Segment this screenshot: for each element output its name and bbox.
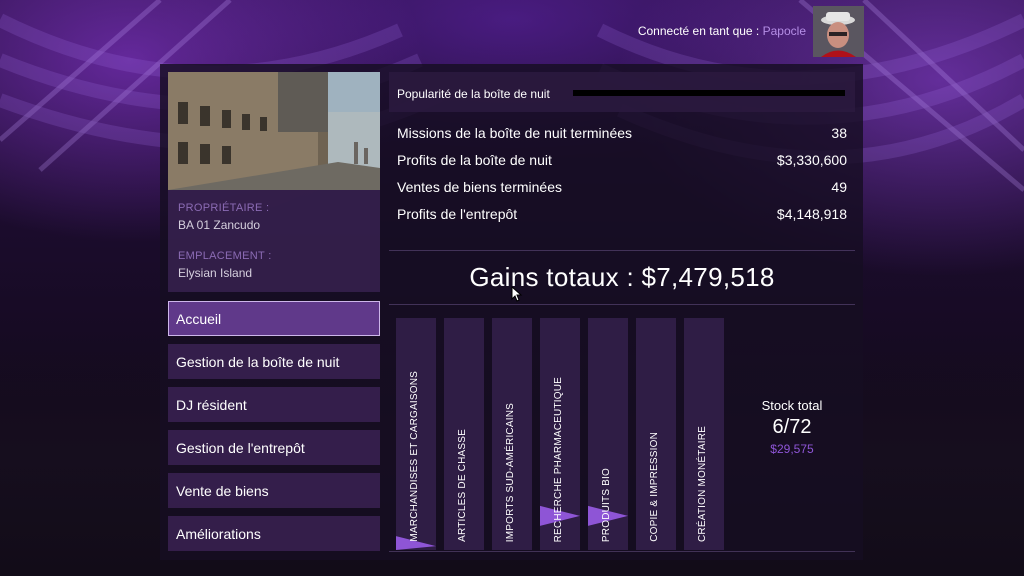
menu-item-label: Gestion de la boîte de nuit — [176, 354, 340, 370]
stock-summary: Stock total 6/72 $29,575 — [730, 398, 854, 456]
menu-item-label: DJ résident — [176, 397, 247, 413]
connected-label: Connecté en tant que : — [637, 24, 760, 38]
goods-label: ARTICLES DE CHASSE — [457, 429, 468, 542]
property-card: PROPRIÉTAIRE : BA 01 Zancudo EMPLACEMENT… — [168, 72, 380, 292]
goods-column[interactable]: COPIE & IMPRESSION — [636, 318, 676, 550]
stock-value: $29,575 — [770, 442, 814, 456]
total-earnings: Gains totaux : $7,479,518 — [469, 262, 775, 292]
location-label: EMPLACEMENT : — [178, 250, 272, 262]
menu-item-dj-resident[interactable]: DJ résident — [168, 387, 380, 422]
divider — [389, 304, 855, 305]
goods-column[interactable]: MARCHANDISES ET CARGAISONS — [396, 318, 436, 550]
stat-value: 38 — [831, 125, 847, 141]
menu-item-gestion-boite[interactable]: Gestion de la boîte de nuit — [168, 344, 380, 379]
menu-item-label: Vente de biens — [176, 483, 269, 499]
location-value: Elysian Island — [178, 266, 253, 280]
menu-item-label: Gestion de l'entrepôt — [176, 440, 305, 456]
goods-column[interactable]: CRÉATION MONÉTAIRE — [684, 318, 724, 550]
goods-label: COPIE & IMPRESSION — [649, 432, 660, 542]
menu-item-label: Améliorations — [176, 526, 261, 542]
owner-value: BA 01 Zancudo — [178, 218, 261, 232]
divider — [389, 551, 855, 552]
goods-label: PRODUITS BIO — [601, 467, 612, 542]
goods-column[interactable]: IMPORTS SUD-AMÉRICAINS — [492, 318, 532, 550]
username: Papocle — [762, 24, 806, 38]
goods-label: CRÉATION MONÉTAIRE — [697, 425, 708, 542]
menu-item-gestion-entrepot[interactable]: Gestion de l'entrepôt — [168, 430, 380, 465]
popularity-bar — [573, 90, 845, 96]
menu-item-ameliorations[interactable]: Améliorations — [168, 516, 380, 551]
stat-value: $3,330,600 — [776, 152, 847, 168]
popularity-row: Popularité de la boîte de nuit — [389, 72, 855, 112]
stat-value: 49 — [831, 179, 847, 195]
menu-item-label: Accueil — [176, 311, 222, 327]
divider — [389, 250, 855, 251]
stat-label: Profits de l'entrepôt — [397, 206, 518, 222]
stat-row: Profits de l'entrepôt $4,148,918 — [397, 206, 847, 226]
avatar — [813, 6, 864, 57]
stat-label: Missions de la boîte de nuit terminées — [397, 125, 633, 141]
stock-count: 6/72 — [772, 416, 812, 438]
goods-label: IMPORTS SUD-AMÉRICAINS — [505, 402, 516, 542]
stock-label: Stock total — [761, 398, 823, 413]
mouse-cursor-icon — [511, 286, 523, 302]
stat-value: $4,148,918 — [776, 206, 847, 222]
goods-column[interactable]: ARTICLES DE CHASSE — [444, 318, 484, 550]
property-image — [168, 72, 380, 190]
stat-label: Profits de la boîte de nuit — [397, 152, 552, 168]
popularity-label: Popularité de la boîte de nuit — [397, 87, 550, 101]
stat-row: Ventes de biens terminées 49 — [397, 179, 847, 199]
connected-user: Connecté en tant que : Papocle — [638, 24, 806, 38]
goods-label: RECHERCHE PHARMACEUTIQUE — [553, 376, 564, 542]
stat-row: Missions de la boîte de nuit terminées 3… — [397, 125, 847, 145]
stat-label: Ventes de biens terminées — [397, 179, 562, 195]
menu-item-vente-biens[interactable]: Vente de biens — [168, 473, 380, 508]
stat-row: Profits de la boîte de nuit $3,330,600 — [397, 152, 847, 172]
owner-label: PROPRIÉTAIRE : — [178, 202, 270, 214]
goods-column[interactable]: PRODUITS BIO — [588, 318, 628, 550]
menu-item-accueil[interactable]: Accueil — [168, 301, 380, 336]
goods-column[interactable]: RECHERCHE PHARMACEUTIQUE — [540, 318, 580, 550]
goods-label: MARCHANDISES ET CARGAISONS — [409, 371, 420, 542]
